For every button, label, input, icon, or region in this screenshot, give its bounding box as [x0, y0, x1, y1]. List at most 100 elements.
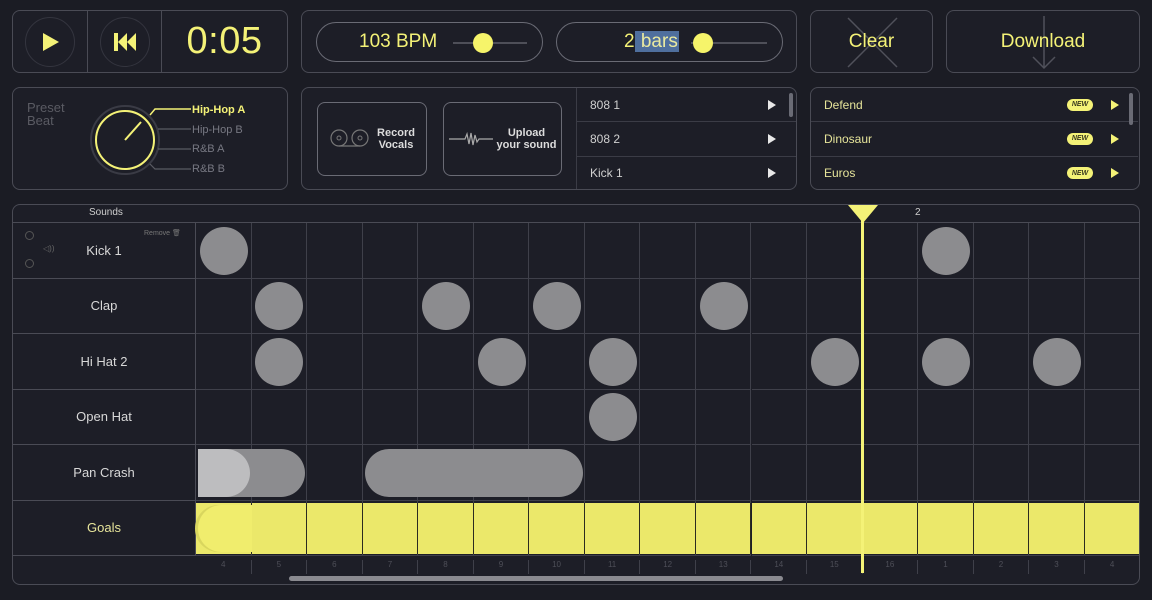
note-hit[interactable] [199, 226, 248, 275]
step-cell[interactable] [1084, 223, 1139, 279]
note-hit[interactable] [255, 337, 304, 386]
bpm-slider-knob[interactable] [473, 33, 493, 53]
goal-step[interactable] [695, 502, 752, 554]
bars-label[interactable]: 2 bars [624, 31, 679, 53]
sound-list-item[interactable]: 808 1 [577, 88, 796, 123]
preset-option-rnb-b[interactable]: R&B B [192, 163, 225, 175]
goal-step[interactable] [529, 502, 585, 554]
clear-button[interactable]: Clear [810, 10, 933, 73]
track-name[interactable]: Goals [13, 500, 196, 556]
step-cell[interactable] [307, 334, 363, 390]
step-cell[interactable] [473, 389, 530, 445]
step-cell[interactable] [862, 389, 919, 445]
step-cell[interactable] [1029, 389, 1085, 445]
step-cell[interactable] [418, 389, 474, 445]
step-cell[interactable] [807, 278, 863, 334]
goal-step[interactable] [473, 502, 530, 554]
step-cell[interactable] [418, 334, 474, 390]
step-cell[interactable] [1029, 278, 1085, 334]
step-cell[interactable] [307, 389, 363, 445]
step-cell[interactable] [751, 445, 808, 501]
step-cell[interactable] [807, 445, 863, 501]
subtract-icon[interactable] [25, 259, 34, 268]
sound-list-item[interactable]: Kick 1 [577, 157, 796, 189]
note-hit[interactable] [1033, 337, 1082, 386]
step-cell[interactable] [473, 278, 530, 334]
step-cell[interactable] [695, 389, 752, 445]
step-cell[interactable] [695, 334, 752, 390]
step-cell[interactable] [362, 334, 419, 390]
step-cell[interactable] [1084, 390, 1139, 445]
bars-slider-knob[interactable] [693, 33, 713, 53]
note-hit[interactable] [477, 337, 526, 386]
goal-step[interactable] [418, 502, 474, 554]
note-hit[interactable] [699, 282, 748, 331]
note-hit[interactable] [921, 226, 970, 275]
step-cell[interactable] [1084, 279, 1139, 334]
step-cell[interactable] [918, 278, 974, 334]
step-cell[interactable] [307, 278, 363, 334]
step-cell[interactable] [807, 223, 863, 279]
step-cell[interactable] [307, 445, 363, 501]
step-cell[interactable] [807, 389, 863, 445]
bars-slider[interactable] [691, 33, 767, 53]
goal-step[interactable] [862, 502, 919, 554]
step-cell[interactable] [196, 389, 252, 445]
sequencer-horizontal-scrollbar[interactable] [289, 576, 783, 581]
step-cell[interactable] [640, 445, 696, 501]
record-vocals-button[interactable]: Record Vocals [317, 102, 427, 176]
step-cell[interactable] [695, 445, 752, 501]
step-cell[interactable] [973, 389, 1030, 445]
step-cell[interactable] [862, 334, 919, 390]
note-hit[interactable] [588, 393, 637, 442]
step-cell[interactable] [751, 389, 808, 445]
play-icon[interactable] [768, 168, 776, 179]
goal-step[interactable] [251, 502, 308, 554]
step-cell[interactable] [584, 223, 641, 279]
step-cell[interactable] [584, 278, 641, 334]
preset-option-hiphop-a[interactable]: Hip-Hop A [192, 104, 245, 116]
upload-sound-button[interactable]: Upload your sound [443, 102, 562, 176]
step-cell[interactable] [584, 445, 641, 501]
beat-list-item[interactable]: Defend NEW [811, 88, 1138, 123]
step-cell[interactable] [640, 389, 696, 445]
speaker-icon[interactable]: ◁)) [43, 244, 54, 253]
step-cell[interactable] [640, 278, 696, 334]
download-button[interactable]: Download [946, 10, 1140, 73]
play-icon[interactable] [1111, 99, 1119, 110]
track-name[interactable]: Pan Crash [13, 445, 196, 501]
track-name[interactable]: Open Hat [13, 389, 196, 445]
add-icon[interactable] [25, 231, 34, 240]
step-cell[interactable] [973, 334, 1030, 390]
step-cell[interactable] [918, 445, 974, 501]
step-cell[interactable] [1029, 223, 1085, 279]
step-cell[interactable] [473, 223, 530, 279]
step-cell[interactable] [529, 334, 585, 390]
step-cell[interactable] [1029, 445, 1085, 501]
step-cell[interactable] [973, 445, 1030, 501]
preset-dial[interactable] [83, 98, 193, 183]
step-cell[interactable] [196, 278, 252, 334]
step-cell[interactable] [529, 223, 585, 279]
goal-step[interactable] [584, 502, 641, 554]
step-cell[interactable] [362, 389, 419, 445]
goal-step[interactable] [362, 502, 419, 554]
step-cell[interactable] [640, 334, 696, 390]
beats-list-scrollbar[interactable] [1129, 93, 1133, 125]
step-cell[interactable] [1084, 334, 1139, 390]
note-hit[interactable] [588, 337, 637, 386]
sound-list-scrollbar[interactable] [789, 93, 793, 117]
step-cell[interactable] [751, 223, 808, 279]
beat-list-item[interactable]: Euros NEW [811, 157, 1138, 189]
preset-option-rnb-a[interactable]: R&B A [192, 143, 224, 155]
play-button[interactable] [25, 16, 75, 67]
step-cell[interactable] [251, 389, 308, 445]
step-cell[interactable] [862, 223, 919, 279]
goal-step[interactable] [307, 502, 363, 554]
note-hit[interactable] [533, 282, 582, 331]
remove-button[interactable]: Remove 🗑 [144, 229, 181, 237]
goal-step[interactable] [1084, 502, 1139, 554]
goal-step[interactable] [807, 502, 863, 554]
rewind-button[interactable] [99, 16, 150, 67]
goal-step[interactable] [918, 502, 974, 554]
